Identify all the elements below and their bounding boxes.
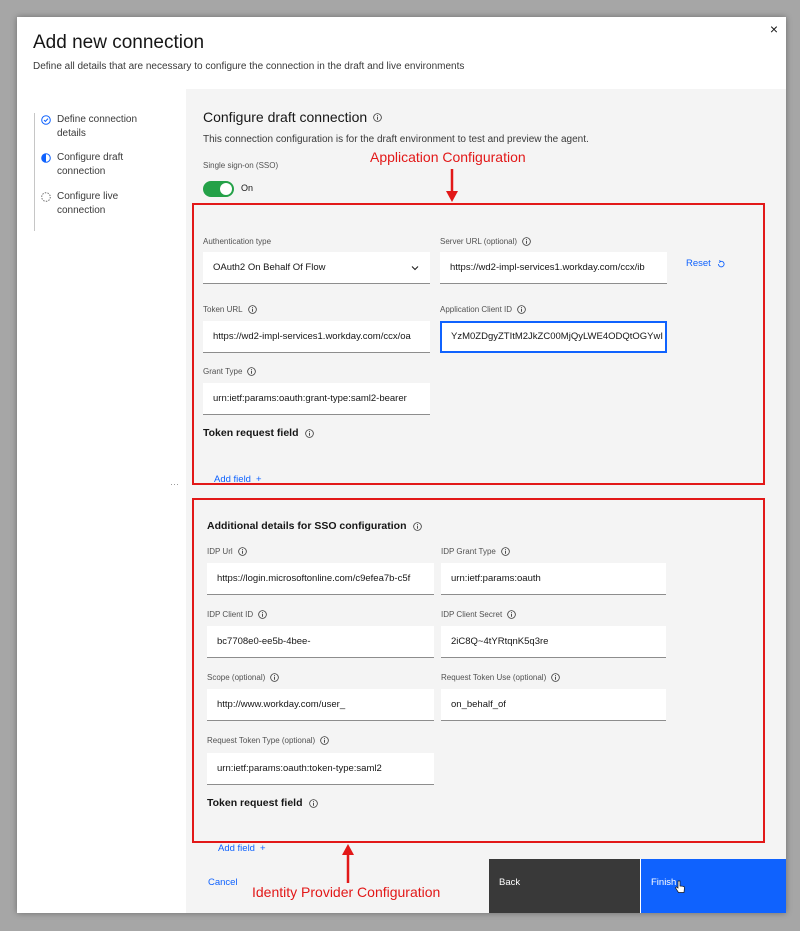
app-config-highlight-box: [192, 203, 765, 485]
step-define-connection-details[interactable]: Define connection details: [41, 113, 157, 141]
finish-button[interactable]: Finish: [641, 859, 786, 913]
modal-title: Add new connection: [33, 32, 205, 53]
hand-cursor-icon: [675, 880, 685, 893]
close-icon[interactable]: ×: [766, 21, 782, 37]
modal-subtitle: Define all details that are necessary to…: [33, 61, 465, 72]
sso-label: Single sign-on (SSO): [203, 161, 279, 170]
plus-icon: +: [259, 843, 266, 854]
sso-add-field-button[interactable]: Add field +: [218, 843, 266, 854]
arrow-down-icon: [446, 169, 458, 202]
step-label: Define connection details: [57, 114, 138, 139]
step-configure-live-connection[interactable]: Configure live connection: [41, 190, 157, 218]
sso-toggle[interactable]: [203, 181, 234, 197]
finish-label: Finish: [651, 877, 677, 888]
progress-pane: Define connection details Configure draf…: [17, 89, 186, 859]
idp-config-annotation: Identity Provider Configuration: [252, 884, 441, 900]
separator-dots: ···: [170, 479, 179, 489]
toggle-knob: [220, 183, 232, 195]
half-circle-icon: [41, 153, 51, 163]
app-config-annotation: Application Configuration: [370, 149, 526, 165]
sso-toggle-state: On: [241, 183, 254, 193]
arrow-up-icon: [342, 844, 354, 883]
draft-description: This connection configuration is for the…: [203, 134, 589, 145]
progress-indicator: Define connection details Configure draf…: [34, 113, 169, 231]
step-label: Configure draft connection: [57, 152, 124, 177]
checkmark-circle-icon: [41, 115, 51, 125]
step-configure-draft-connection[interactable]: Configure draft connection: [41, 151, 157, 179]
draft-title: Configure draft connection: [203, 109, 368, 125]
idp-config-highlight-box: [192, 498, 765, 843]
section-title: Configure draft connection: [203, 109, 382, 125]
step-label: Configure live connection: [57, 191, 119, 216]
info-icon[interactable]: [373, 112, 382, 122]
dashed-circle-icon: [41, 192, 51, 202]
back-button[interactable]: Back: [489, 859, 640, 913]
